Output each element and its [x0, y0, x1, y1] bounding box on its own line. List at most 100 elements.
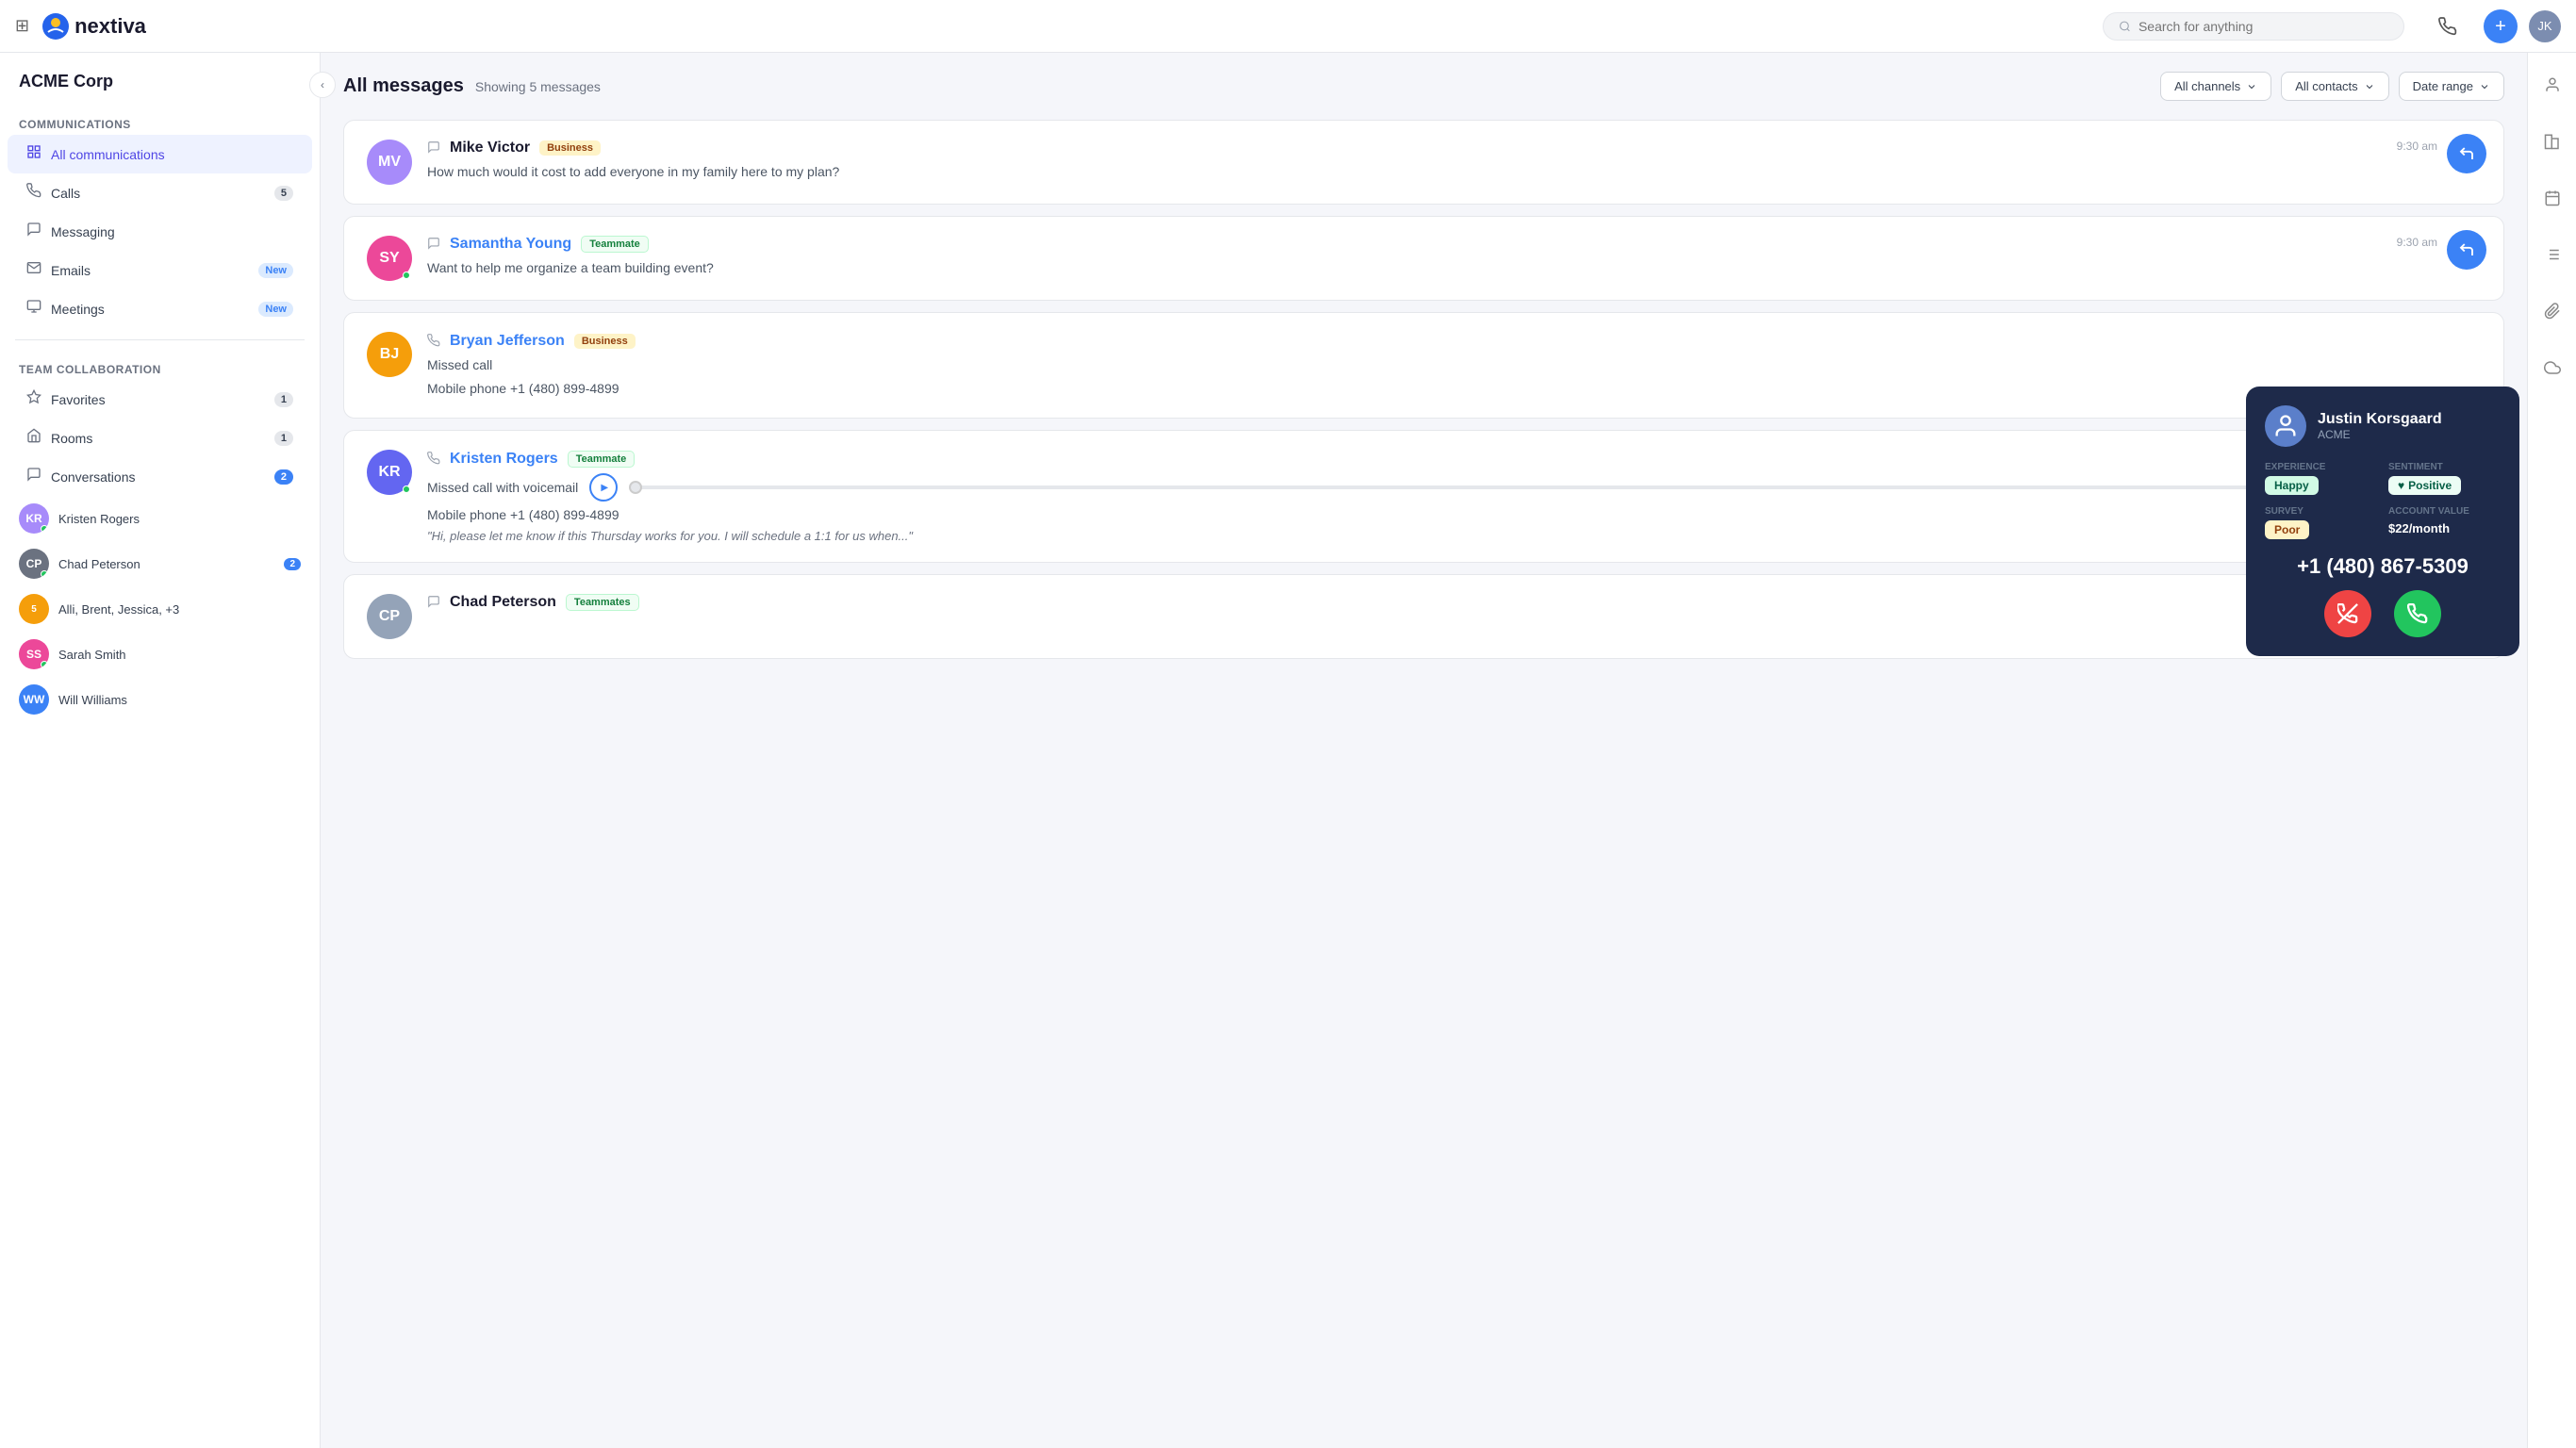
popup-user-info: Justin Korsgaard ACME [2318, 411, 2442, 441]
sidebar-item-meetings[interactable]: Meetings New [8, 289, 312, 328]
msg-name-cp: Chad Peterson [450, 594, 556, 611]
add-button[interactable]: + [2484, 9, 2518, 43]
reply-btn-mv[interactable] [2447, 134, 2486, 173]
message-card-mike-victor: MV Mike Victor Business How much would i… [343, 120, 2504, 205]
conversations-badge: 2 [274, 469, 293, 485]
msg-name-mv: Mike Victor [450, 140, 530, 156]
phone-nav-icon[interactable] [2431, 9, 2465, 43]
msg-name-sy: Samantha Young [450, 236, 571, 253]
msg-name-bj: Bryan Jefferson [450, 333, 565, 350]
end-call-button[interactable] [2324, 590, 2371, 637]
sidebar-item-favorites[interactable]: Favorites 1 [8, 380, 312, 419]
rail-person-icon[interactable] [2535, 68, 2569, 102]
message-card-bryan: BJ Bryan Jefferson Business Missed call … [343, 312, 2504, 419]
msg-top-kr: Kristen Rogers Teammate [427, 450, 2481, 468]
reply-btn-sy[interactable] [2447, 230, 2486, 270]
sidebar-item-rooms[interactable]: Rooms 1 [8, 419, 312, 457]
msg-body-cp: Chad Peterson Teammates [427, 594, 2481, 617]
rail-cloud-icon[interactable] [2535, 351, 2569, 385]
conv-name-kristen: Kristen Rogers [58, 512, 301, 526]
emails-icon [26, 260, 41, 280]
conv-item-will[interactable]: WW Will Williams [8, 677, 312, 722]
msg-body-sy: Samantha Young Teammate Want to help me … [427, 236, 2481, 278]
sidebar-item-conversations[interactable]: Conversations 2 [8, 457, 312, 496]
msg-tag-sy: Teammate [581, 236, 649, 253]
popup-card: Justin Korsgaard ACME EXPERIENCE Happy S… [2246, 387, 2519, 656]
answer-call-button[interactable] [2394, 590, 2441, 637]
chevron-down-icon [2364, 81, 2375, 92]
conv-name-will: Will Williams [58, 693, 301, 707]
contacts-filter[interactable]: All contacts [2281, 72, 2388, 101]
voicemail-row: Missed call with voicemail ▶ 15 sec [427, 473, 2481, 502]
msg-name-kr: Kristen Rogers [450, 451, 558, 468]
msg-text-bj: Missed call [427, 355, 2481, 375]
sidebar-header: ACME Corp [0, 72, 320, 107]
popup-account-field: ACCOUNT VALUE $22/month [2388, 506, 2501, 539]
experience-label: EXPERIENCE [2265, 462, 2377, 472]
chevron-down-icon [2479, 81, 2490, 92]
msg-body-mv: Mike Victor Business How much would it c… [427, 140, 2481, 182]
sidebar-item-label: Favorites [51, 392, 106, 407]
sidebar-item-label: Emails [51, 263, 91, 278]
sidebar-item-label: Calls [51, 186, 80, 201]
sidebar-item-calls[interactable]: Calls 5 [8, 173, 312, 212]
msg-time-mv: 9:30 am [2397, 140, 2437, 153]
main-content: All messages Showing 5 messages All chan… [321, 53, 2527, 1448]
chat-channel-icon [427, 237, 440, 253]
sidebar-item-emails[interactable]: Emails New [8, 251, 312, 289]
conv-avatar-sarah: SS [19, 639, 49, 669]
search-bar[interactable] [2103, 12, 2404, 41]
account-value: $22/month [2388, 521, 2450, 535]
conv-avatar-kristen: KR [19, 503, 49, 534]
filter-group: All channels All contacts Date range [2160, 72, 2504, 101]
conv-item-sarah[interactable]: SS Sarah Smith [8, 632, 312, 677]
message-card-samantha: SY Samantha Young Teammate Want to help … [343, 216, 2504, 301]
user-avatar-nav[interactable]: JK [2529, 10, 2561, 42]
msg-body-bj: Bryan Jefferson Business Missed call Mob… [427, 332, 2481, 399]
chevron-down-icon [2246, 81, 2257, 92]
survey-chip: Poor [2265, 520, 2309, 539]
main-header: All messages Showing 5 messages All chan… [343, 72, 2504, 101]
channels-filter[interactable]: All channels [2160, 72, 2271, 101]
phone-channel-icon [427, 452, 440, 468]
popup-experience-field: EXPERIENCE Happy [2265, 462, 2377, 495]
popup-user: Justin Korsgaard ACME [2265, 405, 2501, 447]
team-section-label: Team collaboration [0, 352, 320, 380]
sidebar-item-label: Conversations [51, 469, 136, 485]
rail-building-icon[interactable] [2535, 124, 2569, 158]
play-button[interactable]: ▶ [589, 473, 618, 502]
popup-actions [2265, 590, 2501, 637]
waveform [629, 485, 2436, 489]
rail-calendar-icon[interactable] [2535, 181, 2569, 215]
msg-text-sy: Want to help me organize a team building… [427, 258, 2481, 278]
conv-item-chad[interactable]: CP Chad Peterson 2 [8, 541, 312, 586]
sentiment-chip: ♥ Positive [2388, 476, 2461, 495]
sidebar-item-messaging[interactable]: Messaging [8, 212, 312, 251]
online-indicator [41, 661, 48, 668]
msg-top-sy: Samantha Young Teammate [427, 236, 2481, 253]
conv-item-kristen[interactable]: KR Kristen Rogers [8, 496, 312, 541]
conv-name-chad: Chad Peterson [58, 557, 274, 571]
sidebar-item-all-communications[interactable]: All communications [8, 135, 312, 173]
waveform-handle[interactable] [629, 481, 642, 494]
conv-name-group: Alli, Brent, Jessica, +3 [58, 602, 301, 617]
conv-item-group[interactable]: 5 Alli, Brent, Jessica, +3 [8, 586, 312, 632]
all-comms-icon [26, 144, 41, 164]
rail-list-icon[interactable] [2535, 238, 2569, 272]
conv-avatar-chad: CP [19, 549, 49, 579]
search-icon [2119, 20, 2131, 33]
online-dot-kr [403, 485, 410, 493]
sidebar-item-label: Meetings [51, 302, 105, 317]
meetings-icon [26, 299, 41, 319]
online-indicator [41, 525, 48, 533]
msg-text-mv: How much would it cost to add everyone i… [427, 162, 2481, 182]
calls-icon [26, 183, 41, 203]
logo: nextiva [41, 11, 146, 41]
rail-paperclip-icon[interactable] [2535, 294, 2569, 328]
sidebar-collapse-btn[interactable]: ‹ [309, 72, 336, 98]
conv-avatar-group: 5 [19, 594, 49, 624]
date-filter[interactable]: Date range [2399, 72, 2504, 101]
search-input[interactable] [2138, 19, 2388, 34]
msg-quote-kr: "Hi, please let me know if this Thursday… [427, 529, 2481, 543]
grid-icon[interactable]: ⊞ [15, 16, 29, 36]
